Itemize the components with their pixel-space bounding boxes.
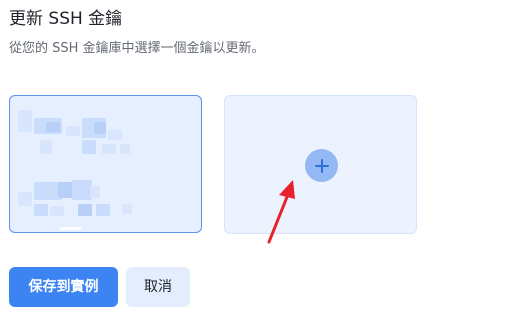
- save-to-instance-button[interactable]: 保存到實例: [9, 267, 118, 307]
- annotation-arrow-icon: [267, 180, 295, 244]
- plus-icon: [314, 158, 329, 173]
- dialog-title: 更新 SSH 金鑰: [9, 9, 123, 29]
- dialog-description: 從您的 SSH 金鑰庫中選擇一個金鑰以更新。: [9, 41, 265, 56]
- cancel-button[interactable]: 取消: [126, 267, 190, 307]
- add-key-button[interactable]: [305, 149, 338, 182]
- card-scroll-indicator: [60, 227, 82, 230]
- add-ssh-key-card[interactable]: [224, 95, 417, 234]
- ssh-key-card-selected[interactable]: [9, 95, 202, 233]
